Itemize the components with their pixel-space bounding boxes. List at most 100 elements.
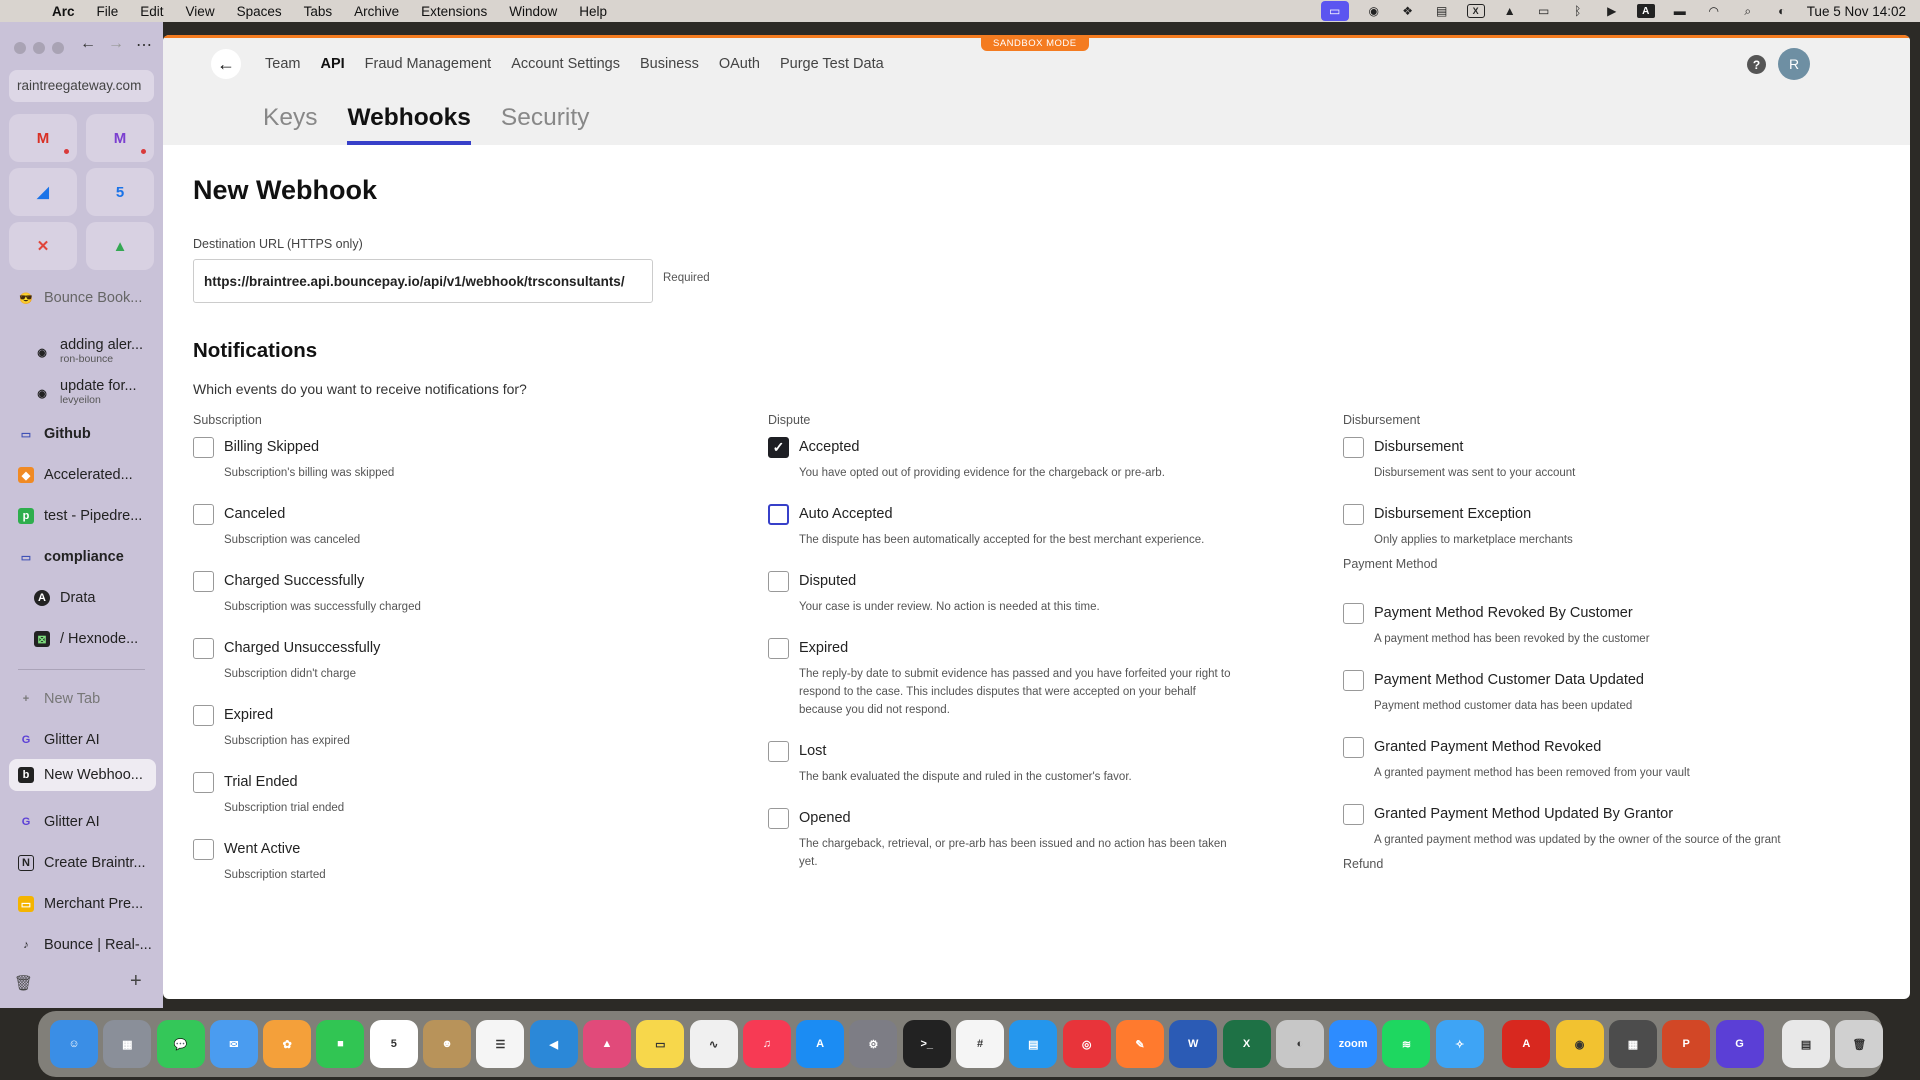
event-payment-method-granted-payment-method-updated-by-grantor[interactable]: Granted Payment Method Updated By Granto… [1343, 803, 1813, 849]
event-name[interactable]: Auto Accepted [799, 506, 893, 522]
music-icon[interactable]: ♫ [742, 1020, 791, 1068]
event-dispute-lost[interactable]: Lost The bank evaluated the dispute and r… [768, 740, 1238, 786]
facetime-icon[interactable]: ■ [316, 1020, 365, 1068]
keyboard-input-icon[interactable]: A [1636, 4, 1655, 18]
event-dispute-expired[interactable]: Expired The reply-by date to submit evide… [768, 637, 1238, 719]
event-name[interactable]: Disbursement [1374, 439, 1463, 455]
event-disbursement-disbursement[interactable]: Disbursement Disbursement was sent to you… [1343, 436, 1813, 482]
sidebar-item-pipedream[interactable]: p test - Pipedre... [18, 506, 142, 526]
event-checkbox[interactable] [1343, 503, 1364, 525]
display-icon[interactable]: ▭ [1535, 4, 1553, 18]
event-name[interactable]: Charged Successfully [224, 573, 364, 589]
forward-arrow-icon[interactable]: → [108, 35, 124, 53]
event-subscription-canceled[interactable]: Canceled Subscription was canceled [193, 503, 663, 549]
zoom-icon[interactable]: zoom [1329, 1020, 1378, 1068]
event-name[interactable]: Trial Ended [224, 774, 298, 790]
tab-webhooks[interactable]: Webhooks [347, 96, 472, 145]
event-checkbox[interactable] [193, 637, 214, 659]
acrobat-icon[interactable]: A [1502, 1020, 1551, 1068]
mail-icon[interactable]: ✉ [209, 1020, 258, 1068]
notes-icon[interactable]: ▭ [636, 1020, 685, 1068]
battery-icon[interactable]: ▬ [1671, 4, 1689, 18]
documents-icon[interactable]: ▤ [1782, 1020, 1831, 1068]
pen-icon[interactable]: ✎ [1115, 1020, 1164, 1068]
menu-window[interactable]: Window [509, 4, 557, 19]
safari-icon[interactable]: ✧ [1435, 1020, 1484, 1068]
menu-edit[interactable]: Edit [140, 4, 163, 19]
play-icon[interactable]: ▶ [1603, 4, 1621, 18]
event-name[interactable]: Disbursement Exception [1374, 506, 1531, 522]
favorite-gmail-2[interactable]: M [86, 114, 154, 162]
event-checkbox[interactable] [1343, 602, 1364, 624]
event-checkbox[interactable] [193, 503, 214, 525]
menu-spaces[interactable]: Spaces [237, 4, 282, 19]
glitter-icon[interactable]: G [1715, 1020, 1764, 1068]
url-bar[interactable]: raintreegateway.com [9, 70, 154, 102]
back-button[interactable]: ← [211, 49, 241, 79]
calculator-icon[interactable]: ▦ [1608, 1020, 1657, 1068]
sidebar-tab-bounce-real[interactable]: ♪ Bounce | Real-... [18, 935, 152, 955]
menu-tabs[interactable]: Tabs [304, 4, 333, 19]
event-name[interactable]: Payment Method Customer Data Updated [1374, 672, 1644, 688]
event-checkbox[interactable] [1343, 736, 1364, 758]
control-center-icon[interactable]: ◐ [1773, 4, 1791, 18]
event-name[interactable]: Charged Unsuccessfully [224, 640, 380, 656]
terminal-icon[interactable]: >_ [902, 1020, 951, 1068]
sidebar-tab-new-webhook[interactable]: b New Webhoo... [9, 759, 156, 791]
bluetooth-icon[interactable]: ᛒ [1569, 4, 1587, 18]
slack-icon[interactable]: # [956, 1020, 1005, 1068]
event-name[interactable]: Canceled [224, 506, 285, 522]
spotify-icon[interactable]: ≋ [1382, 1020, 1431, 1068]
new-tab-button[interactable]: + New Tab [18, 689, 100, 709]
event-payment-method-payment-method-revoked-by-customer[interactable]: Payment Method Revoked By Customer A paym… [1343, 602, 1813, 648]
zoom-window-button[interactable] [52, 42, 64, 54]
menu-app-name[interactable]: Arc [52, 4, 75, 19]
event-checkbox[interactable] [193, 436, 214, 458]
finder-icon[interactable]: ☺ [50, 1020, 98, 1068]
word-icon[interactable]: W [1169, 1020, 1218, 1068]
screen-share-icon[interactable]: ▭ [1320, 1, 1349, 21]
close-window-button[interactable] [14, 42, 26, 54]
event-name[interactable]: Accepted [799, 439, 859, 455]
event-checkbox[interactable] [193, 771, 214, 793]
app-status-icon[interactable]: X [1466, 4, 1485, 18]
event-checkbox[interactable] [1343, 436, 1364, 458]
event-dispute-accepted[interactable]: ✓ Accepted You have opted out of providing… [768, 436, 1238, 482]
help-icon[interactable]: ? [1747, 55, 1766, 74]
sidebar-item-accelerated[interactable]: ◆ Accelerated... [18, 465, 133, 485]
wifi-icon[interactable]: ◠ [1705, 4, 1723, 18]
contacts-icon[interactable]: ☻ [423, 1020, 472, 1068]
dropbox-icon[interactable]: ❖ [1399, 4, 1417, 18]
nav-link-account-settings[interactable]: Account Settings [511, 56, 620, 72]
event-payment-method-granted-payment-method-revoked[interactable]: Granted Payment Method Revoked A granted … [1343, 736, 1813, 782]
favorite-drive[interactable]: ◢ [9, 168, 77, 216]
destination-url-input[interactable] [193, 259, 653, 303]
messages-icon[interactable]: 💬 [156, 1020, 205, 1068]
menu-help[interactable]: Help [579, 4, 607, 19]
event-subscription-billing-skipped[interactable]: Billing Skipped Subscription's billing wa… [193, 436, 663, 482]
event-checkbox[interactable] [193, 704, 214, 726]
event-checkbox[interactable] [1343, 669, 1364, 691]
back-arrow-icon[interactable]: ← [80, 35, 96, 53]
event-name[interactable]: Went Active [224, 841, 300, 857]
docker-status-icon[interactable]: ▤ [1433, 4, 1451, 18]
event-checkbox[interactable] [193, 570, 214, 592]
event-subscription-went-active[interactable]: Went Active Subscription started [193, 838, 663, 884]
sidebar-tab-glitter-ai-1[interactable]: G Glitter AI [18, 730, 100, 750]
favorite-x[interactable]: ✕ [9, 222, 77, 270]
trash-icon[interactable]: 🗑 [1835, 1020, 1884, 1068]
sidebar-item-drata[interactable]: A Drata [34, 588, 95, 608]
menu-archive[interactable]: Archive [354, 4, 399, 19]
event-checkbox[interactable] [768, 503, 789, 525]
event-disbursement-disbursement-exception[interactable]: Disbursement Exception Only applies to ma… [1343, 503, 1813, 549]
tab-keys[interactable]: Keys [263, 96, 317, 145]
appstore-icon[interactable]: A [796, 1020, 845, 1068]
menu-view[interactable]: View [186, 4, 215, 19]
nord-icon[interactable]: ◎ [1062, 1020, 1111, 1068]
sidebar-item-bounce-book[interactable]: 😎 Bounce Book... [18, 288, 142, 308]
sidebar-folder-compliance[interactable]: ▭ compliance [18, 547, 124, 567]
nav-link-team[interactable]: Team [265, 56, 300, 72]
tab-security[interactable]: Security [501, 96, 590, 145]
calendar-icon[interactable]: 5 [369, 1020, 418, 1068]
menu-extensions[interactable]: Extensions [421, 4, 487, 19]
